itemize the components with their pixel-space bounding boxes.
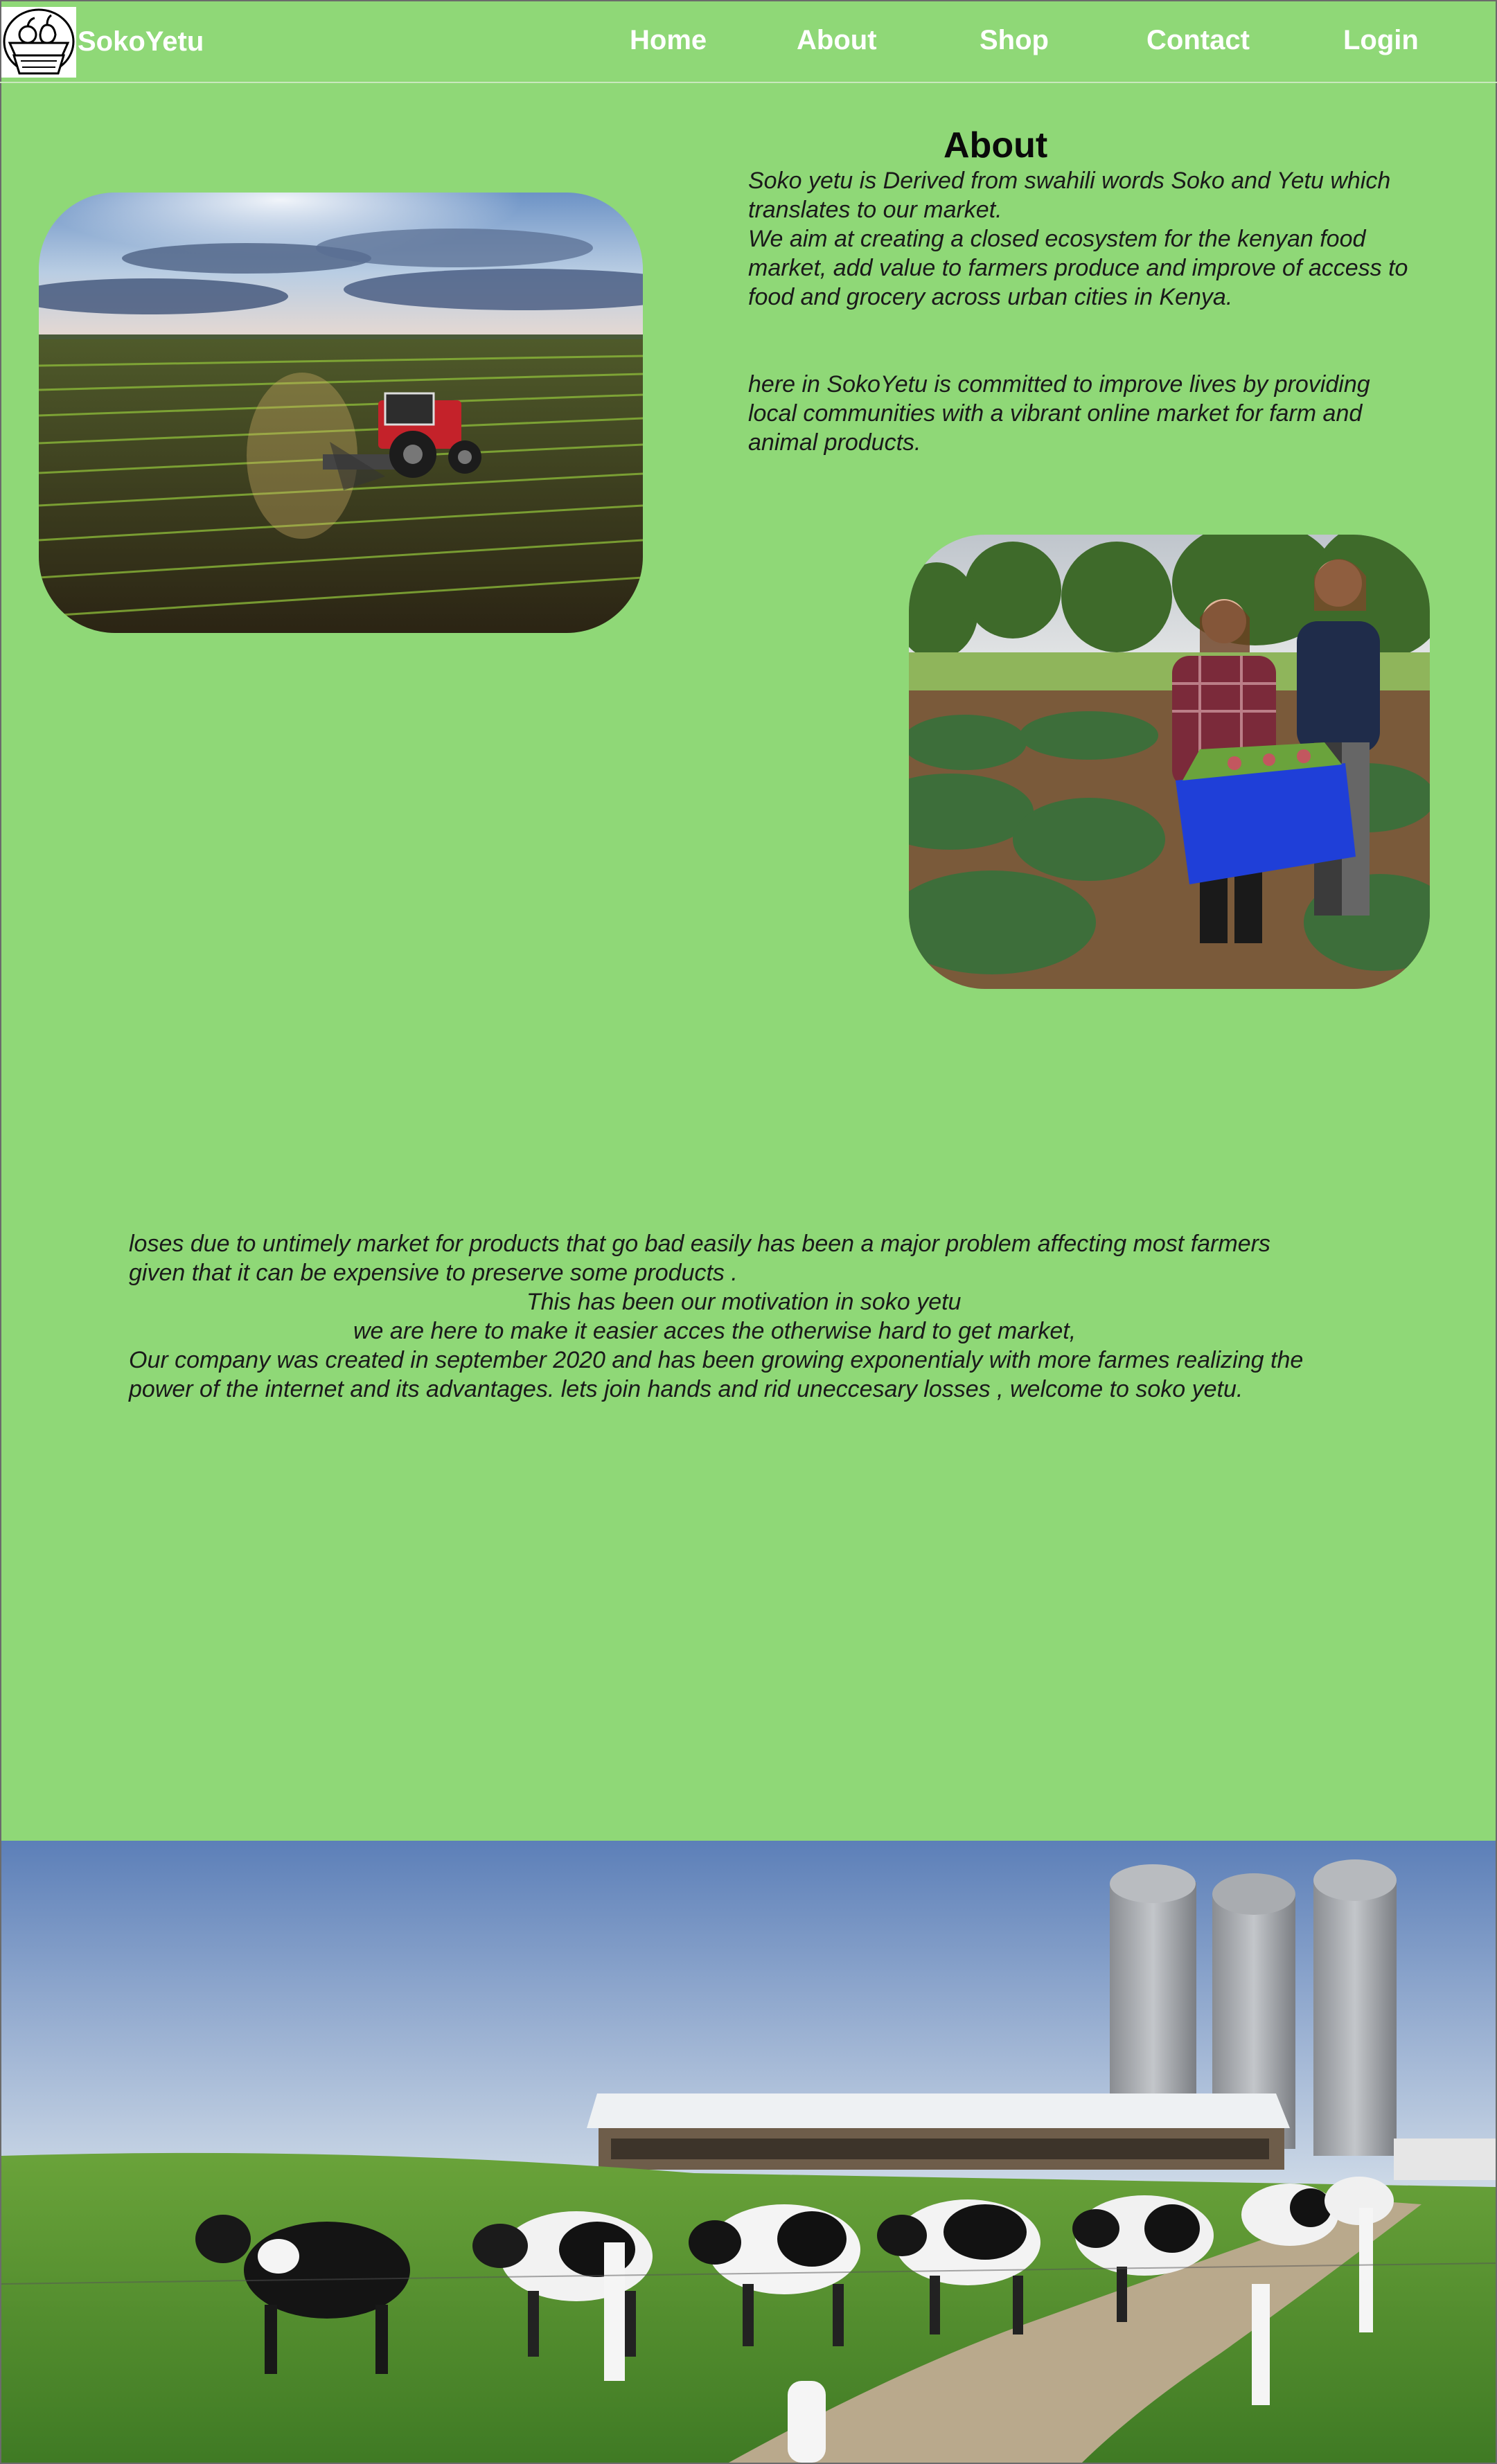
about-paragraph-2: here in SokoYetu is committed to improve…: [748, 370, 1441, 457]
about-title: About: [944, 125, 1048, 166]
about-line: translates to our market.: [748, 197, 1002, 223]
nav-home-link[interactable]: Home: [630, 25, 707, 56]
about-line: market, add value to farmers produce and…: [748, 255, 1408, 281]
about-line: We aim at creating a closed ecosystem fo…: [748, 226, 1366, 252]
about-line: here in SokoYetu is committed to improve…: [748, 371, 1370, 398]
dairy-farm-photo: [1, 1841, 1496, 2463]
nav-shop-link[interactable]: Shop: [980, 25, 1049, 56]
about-paragraph-1: Soko yetu is Derived from swahili words …: [748, 166, 1441, 312]
about-line: local communities with a vibrant online …: [748, 400, 1363, 427]
top-nav: SokoYetu Home About Shop Contact Login: [0, 0, 1497, 83]
nav-login-link[interactable]: Login: [1343, 25, 1419, 56]
nav-about-link[interactable]: About: [797, 25, 877, 56]
about-line: food and grocery across urban cities in …: [748, 284, 1233, 310]
brand-name[interactable]: SokoYetu: [78, 26, 204, 57]
tractor-field-photo: [39, 193, 643, 633]
story-line-5: Our company was created in september 202…: [129, 1347, 1304, 1373]
farmers-harvest-photo: [909, 535, 1430, 989]
story-line-4: we are here to make it easier acces the …: [353, 1318, 1077, 1344]
about-line: Soko yetu is Derived from swahili words …: [748, 168, 1391, 194]
basket-icon: [3, 8, 75, 75]
logo[interactable]: [1, 7, 76, 78]
story-line-3: This has been our motivation in soko yet…: [526, 1289, 962, 1315]
about-line: animal products.: [748, 429, 921, 456]
story-line-1: loses due to untimely market for product…: [129, 1231, 1270, 1257]
nav-contact-link[interactable]: Contact: [1146, 25, 1250, 56]
story-line-2: given that it can be expensive to preser…: [129, 1260, 738, 1286]
story-line-6: power of the internet and its advantages…: [129, 1376, 1243, 1402]
